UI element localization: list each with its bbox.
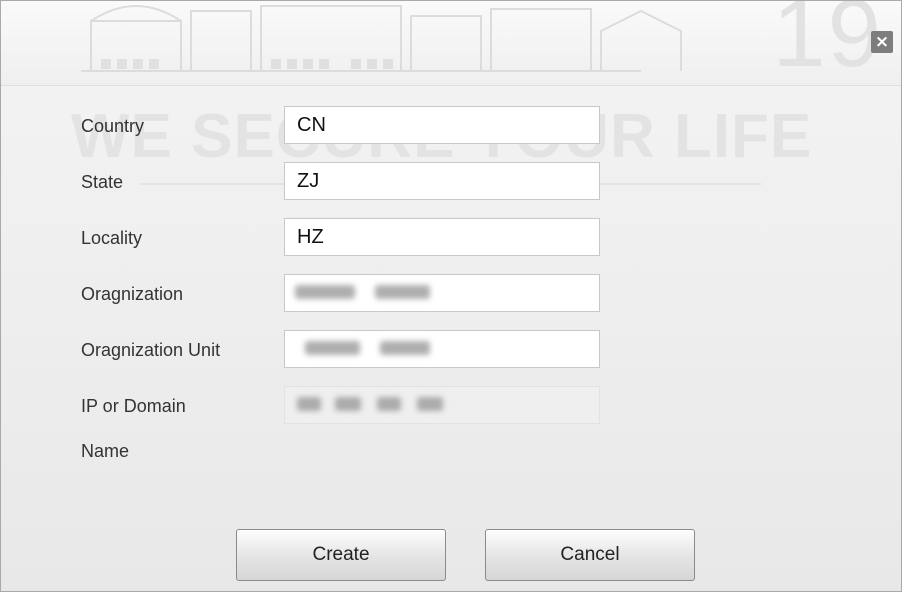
ip-domain-label: IP or Domain [81, 396, 186, 416]
organization-unit-input[interactable] [284, 330, 600, 368]
create-button[interactable]: Create [236, 529, 446, 581]
dialog-header: 19 [1, 0, 901, 87]
organization-label: Oragnization [81, 284, 184, 304]
cancel-button[interactable]: Cancel [485, 529, 695, 581]
ip-domain-input [284, 386, 600, 424]
watermark-skyline [81, 5, 682, 72]
certificate-dialog: 19 WE SECURE YOUR LIFE ★★★★★★★ × Country… [0, 0, 902, 592]
close-icon[interactable]: × [871, 31, 893, 53]
redacted-text [297, 397, 321, 411]
organization-unit-label: Oragnization Unit [81, 340, 221, 360]
country-input[interactable]: CN [284, 106, 600, 144]
redacted-text [377, 397, 401, 411]
ip-domain-label-line2: Name [81, 441, 130, 461]
redacted-text [417, 397, 443, 411]
country-label: Country [81, 116, 145, 136]
state-label: State [81, 172, 124, 192]
redacted-text [380, 341, 430, 355]
redacted-text [335, 397, 361, 411]
watermark-year: 19 [772, 0, 883, 87]
redacted-text [295, 285, 355, 299]
redacted-text [305, 341, 360, 355]
organization-input[interactable] [284, 274, 600, 312]
locality-label: Locality [81, 228, 143, 248]
redacted-text [375, 285, 430, 299]
state-input[interactable]: ZJ [284, 162, 600, 200]
locality-input[interactable]: HZ [284, 218, 600, 256]
